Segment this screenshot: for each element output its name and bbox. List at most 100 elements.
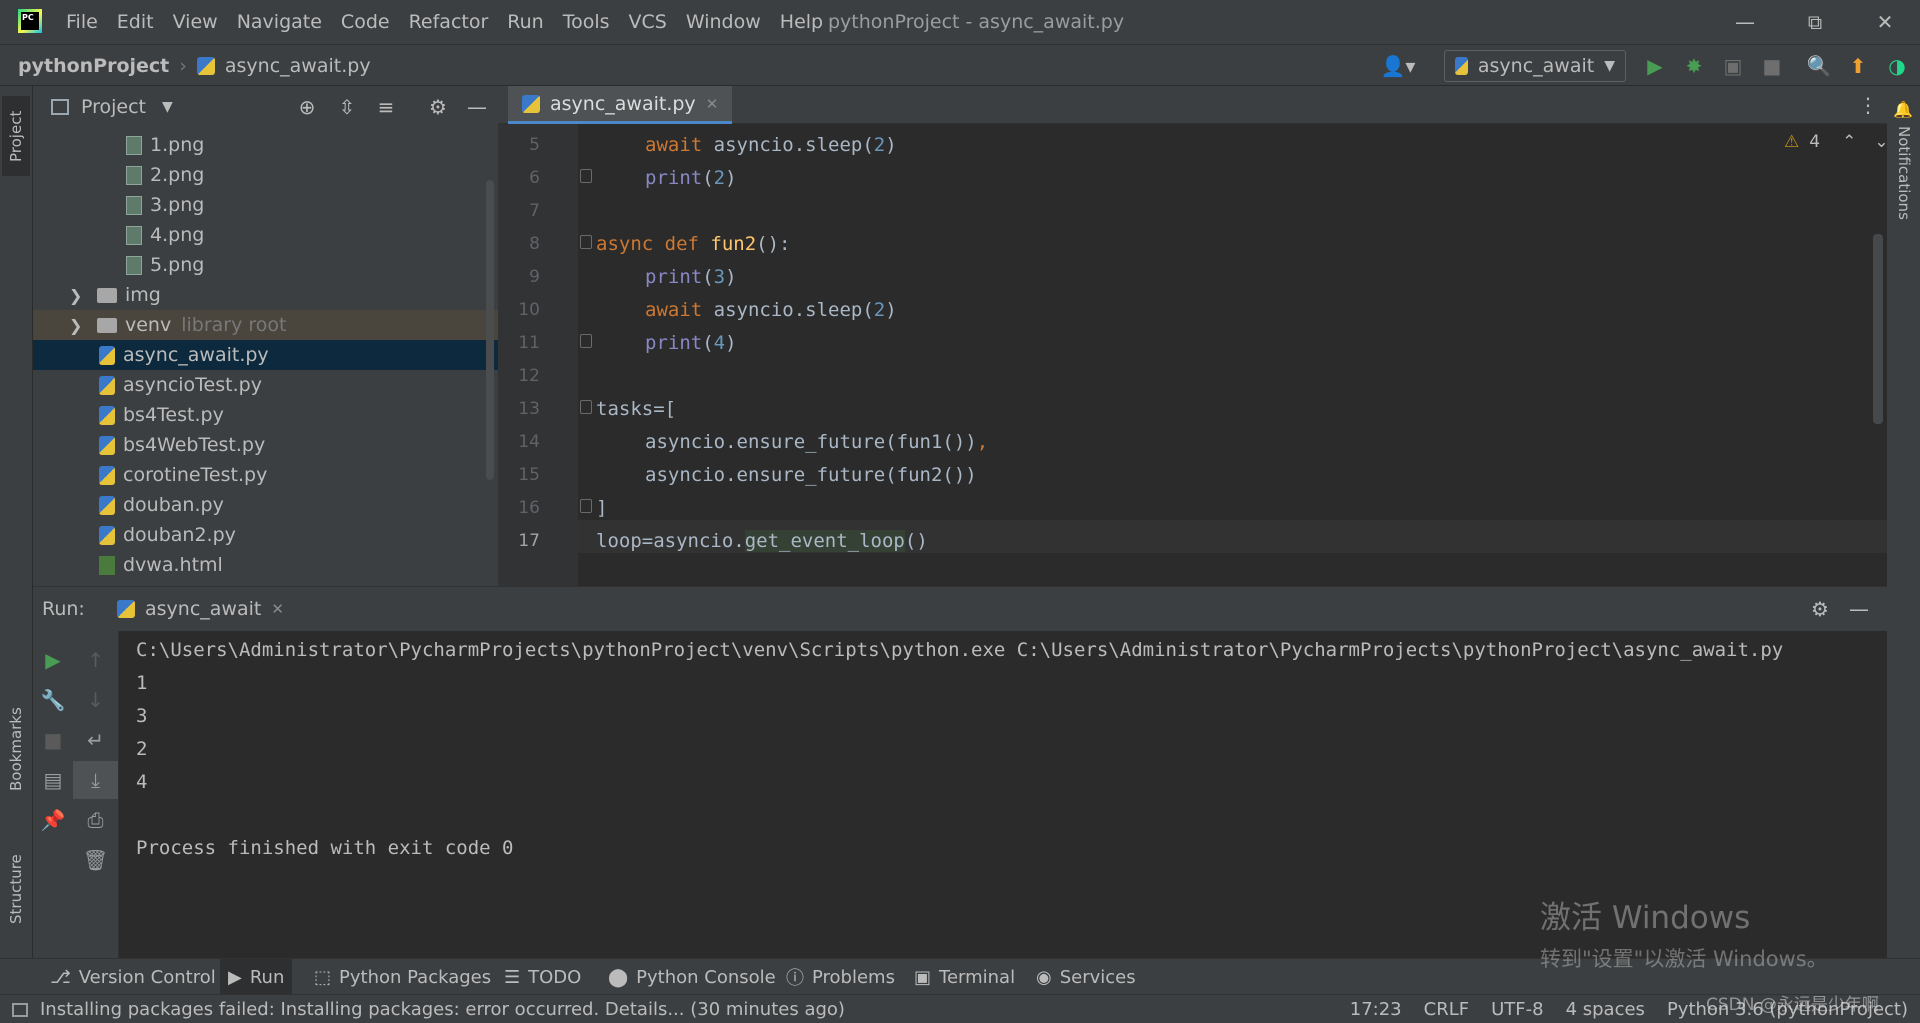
- todo-button[interactable]: ☰ TODO: [496, 959, 589, 995]
- python-packages-button[interactable]: ⬚ Python Packages: [306, 959, 499, 995]
- tree-item[interactable]: bs4WebTest.py: [33, 430, 498, 460]
- tree-item[interactable]: 1.png: [33, 130, 498, 160]
- tree-item[interactable]: 5.png: [33, 250, 498, 280]
- fold-marker-icon[interactable]: [580, 235, 592, 249]
- run-tool-button[interactable]: ▶ Run: [220, 959, 293, 995]
- code-line[interactable]: tasks=[: [596, 393, 676, 426]
- tree-item[interactable]: dvwa.html: [33, 550, 498, 580]
- layout-icon[interactable]: ▤: [33, 761, 73, 799]
- code-line-current[interactable]: loop=asyncio.get_event_loop(): [596, 525, 928, 558]
- status-message[interactable]: Installing packages failed: Installing p…: [12, 995, 845, 1023]
- editor-scrollbar[interactable]: [1873, 234, 1883, 424]
- menu-vcs[interactable]: VCS: [629, 11, 667, 33]
- print-icon[interactable]: ⎙: [73, 801, 118, 839]
- search-icon[interactable]: 🔍: [1802, 45, 1836, 87]
- project-view-selector[interactable]: Project: [81, 96, 146, 118]
- run-icon[interactable]: ▶: [1638, 45, 1672, 87]
- gear-icon[interactable]: ⚙: [1811, 587, 1829, 631]
- hide-icon[interactable]: —: [459, 86, 495, 128]
- close-tab-icon[interactable]: ✕: [271, 600, 284, 618]
- terminal-button[interactable]: ▣ Terminal: [906, 959, 1023, 995]
- line-separator[interactable]: CRLF: [1424, 999, 1469, 1020]
- code-line[interactable]: ]: [596, 492, 607, 525]
- minimize-button[interactable]: —: [1710, 0, 1780, 44]
- menu-edit[interactable]: Edit: [117, 11, 154, 33]
- user-icon[interactable]: 👤▾: [1374, 45, 1422, 87]
- inspection-widget[interactable]: ⚠ 4 ⌃ ⌄: [1784, 132, 1889, 152]
- problems-button[interactable]: ⓘ Problems: [778, 959, 903, 995]
- menu-run[interactable]: Run: [507, 11, 543, 33]
- close-tab-icon[interactable]: ✕: [706, 95, 719, 113]
- stop-icon[interactable]: ■: [33, 721, 73, 759]
- tree-item[interactable]: 2.png: [33, 160, 498, 190]
- rerun-icon[interactable]: ▶: [33, 641, 73, 679]
- fold-marker-icon[interactable]: [580, 400, 592, 414]
- tree-item-folder[interactable]: ❯ img: [33, 280, 498, 310]
- indent-setting[interactable]: 4 spaces: [1566, 999, 1645, 1020]
- chevron-right-icon[interactable]: ❯: [69, 316, 83, 335]
- expand-all-icon[interactable]: ⇳: [329, 86, 365, 128]
- menu-navigate[interactable]: Navigate: [237, 11, 322, 33]
- menu-file[interactable]: File: [66, 11, 98, 33]
- wrench-icon[interactable]: 🔧: [33, 681, 73, 719]
- gear-icon[interactable]: ⚙: [420, 86, 456, 128]
- caret-position[interactable]: 17:23: [1350, 999, 1402, 1020]
- tree-item[interactable]: douban.py: [33, 490, 498, 520]
- soft-wrap-icon[interactable]: ↵: [73, 721, 118, 759]
- chevron-right-icon[interactable]: ❯: [69, 286, 83, 305]
- menu-window[interactable]: Window: [686, 11, 761, 33]
- stop-icon[interactable]: ■: [1755, 45, 1789, 87]
- update-icon[interactable]: ⬆: [1841, 45, 1875, 87]
- structure-tool-button[interactable]: Structure: [2, 834, 30, 944]
- tree-item[interactable]: bs4Test.py: [33, 400, 498, 430]
- tree-item-folder[interactable]: ❯ venv library root: [33, 310, 498, 340]
- tree-item[interactable]: 4.png: [33, 220, 498, 250]
- breadcrumb-file[interactable]: async_await.py: [225, 55, 371, 77]
- project-scrollbar[interactable]: [486, 180, 494, 480]
- chevron-up-icon[interactable]: ⌃: [1842, 132, 1856, 152]
- code-line[interactable]: asyncio.ensure_future(fun1()),: [645, 426, 988, 459]
- tree-item[interactable]: asyncioTest.py: [33, 370, 498, 400]
- tree-item[interactable]: douban2.py: [33, 520, 498, 550]
- run-config-selector[interactable]: async_await ▼: [1444, 50, 1626, 82]
- code-line[interactable]: print(3): [645, 261, 737, 294]
- tree-item-selected[interactable]: async_await.py: [33, 340, 498, 370]
- close-button[interactable]: ✕: [1850, 0, 1920, 44]
- menu-code[interactable]: Code: [341, 11, 390, 33]
- bell-icon[interactable]: 🔔: [1893, 100, 1913, 119]
- version-control-button[interactable]: ⎇ Version Control: [42, 959, 224, 995]
- services-button[interactable]: ◉ Services: [1028, 959, 1144, 995]
- editor-tab[interactable]: async_await.py ✕: [508, 86, 733, 124]
- restore-button[interactable]: ⧉: [1780, 0, 1850, 44]
- pin-icon[interactable]: 📌: [33, 801, 73, 839]
- code-line[interactable]: print(2): [645, 162, 737, 195]
- run-tab[interactable]: async_await ✕: [105, 587, 296, 631]
- tree-item[interactable]: 3.png: [33, 190, 498, 220]
- code-line[interactable]: async def fun2():: [596, 228, 791, 261]
- coverage-icon[interactable]: ▣: [1716, 45, 1750, 87]
- breadcrumb-project[interactable]: pythonProject: [18, 55, 169, 77]
- menu-view[interactable]: View: [173, 11, 218, 33]
- code-line[interactable]: print(4): [645, 327, 737, 360]
- file-encoding[interactable]: UTF-8: [1491, 999, 1543, 1020]
- fold-marker-icon[interactable]: [580, 169, 592, 183]
- scroll-to-end-icon[interactable]: ⤓: [73, 761, 118, 799]
- fold-marker-icon[interactable]: [580, 334, 592, 348]
- debug-icon[interactable]: ✸: [1677, 45, 1711, 87]
- python-console-button[interactable]: ⬤ Python Console: [600, 959, 784, 995]
- menu-refactor[interactable]: Refactor: [409, 11, 489, 33]
- collapse-all-icon[interactable]: ≡: [368, 86, 404, 128]
- menu-help[interactable]: Help: [780, 11, 823, 33]
- code-line[interactable]: asyncio.ensure_future(fun2()): [645, 459, 977, 492]
- locate-icon[interactable]: ⊕: [289, 86, 325, 128]
- code-line[interactable]: await asyncio.sleep(2): [645, 294, 897, 327]
- code-line[interactable]: await asyncio.sleep(2): [645, 129, 897, 162]
- bookmarks-tool-button[interactable]: Bookmarks: [2, 694, 30, 804]
- fold-marker-icon[interactable]: [580, 499, 592, 513]
- notifications-tool-button[interactable]: Notifications: [1891, 126, 1917, 236]
- jetbrains-icon[interactable]: ◑: [1880, 45, 1914, 87]
- tree-item[interactable]: corotineTest.py: [33, 460, 498, 490]
- arrow-down-icon[interactable]: ↓: [73, 681, 118, 719]
- chevron-down-icon[interactable]: ▼: [162, 99, 173, 115]
- arrow-up-icon[interactable]: ↑: [73, 641, 118, 679]
